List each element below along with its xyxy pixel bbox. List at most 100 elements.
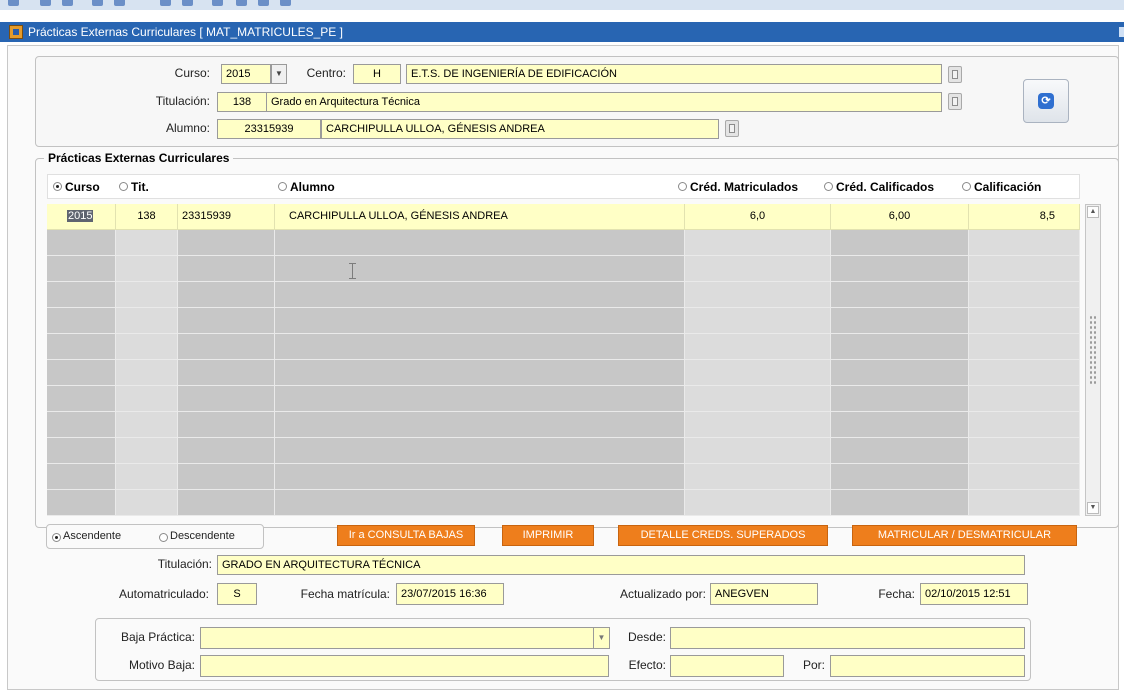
empty-cell[interactable] bbox=[116, 438, 178, 464]
empty-cell[interactable] bbox=[969, 256, 1080, 282]
empty-cell[interactable] bbox=[969, 308, 1080, 334]
detail-titulacion-field[interactable]: GRADO EN ARQUITECTURA TÉCNICA bbox=[217, 555, 1025, 575]
cell-cred-calificados[interactable]: 6,00 bbox=[831, 204, 969, 230]
empty-cell[interactable] bbox=[831, 412, 969, 438]
empty-cell[interactable] bbox=[831, 282, 969, 308]
empty-cell[interactable] bbox=[969, 490, 1080, 516]
table-row-empty[interactable] bbox=[47, 308, 1080, 334]
empty-cell[interactable] bbox=[969, 386, 1080, 412]
empty-cell[interactable] bbox=[275, 464, 685, 490]
table-row-empty[interactable] bbox=[47, 490, 1080, 516]
empty-cell[interactable] bbox=[685, 438, 831, 464]
descendente-label[interactable]: Descendente bbox=[170, 530, 235, 542]
empty-cell[interactable] bbox=[969, 282, 1080, 308]
efecto-field[interactable] bbox=[670, 655, 784, 677]
sort-cred-mat-radio[interactable] bbox=[678, 182, 687, 191]
empty-cell[interactable] bbox=[275, 360, 685, 386]
cell-calificacion[interactable]: 8,5 bbox=[969, 204, 1080, 230]
empty-cell[interactable] bbox=[969, 334, 1080, 360]
empty-cell[interactable] bbox=[685, 256, 831, 282]
cell-cred-matriculados[interactable]: 6,0 bbox=[685, 204, 831, 230]
actualizado-por-field[interactable]: ANEGVEN bbox=[710, 583, 818, 605]
centro-code-field[interactable]: H bbox=[353, 64, 401, 84]
cell-curso[interactable]: 2015 bbox=[47, 204, 116, 230]
empty-cell[interactable] bbox=[47, 464, 116, 490]
ascendente-radio[interactable] bbox=[52, 533, 61, 542]
empty-cell[interactable] bbox=[47, 230, 116, 256]
empty-cell[interactable] bbox=[116, 386, 178, 412]
toolbar-icon[interactable] bbox=[8, 0, 19, 6]
empty-cell[interactable] bbox=[116, 282, 178, 308]
curso-dropdown-arrow[interactable]: ▼ bbox=[271, 64, 287, 84]
empty-cell[interactable] bbox=[178, 334, 275, 360]
empty-cell[interactable] bbox=[47, 282, 116, 308]
desde-field[interactable] bbox=[670, 627, 1025, 649]
curso-select[interactable]: 2015 bbox=[221, 64, 271, 84]
sort-curso-radio[interactable] bbox=[53, 182, 62, 191]
empty-cell[interactable] bbox=[47, 386, 116, 412]
scroll-down-icon[interactable]: ▼ bbox=[1087, 502, 1099, 514]
empty-cell[interactable] bbox=[831, 438, 969, 464]
empty-cell[interactable] bbox=[116, 490, 178, 516]
titulacion-lov-icon[interactable] bbox=[948, 93, 962, 110]
empty-cell[interactable] bbox=[831, 230, 969, 256]
empty-cell[interactable] bbox=[178, 386, 275, 412]
table-row-empty[interactable] bbox=[47, 438, 1080, 464]
baja-practica-select[interactable] bbox=[200, 627, 594, 649]
empty-cell[interactable] bbox=[969, 230, 1080, 256]
cell-tit[interactable]: 138 bbox=[116, 204, 178, 230]
cell-alumno-id[interactable]: 23315939 bbox=[178, 204, 275, 230]
sort-alumno-radio[interactable] bbox=[278, 182, 287, 191]
table-row-empty[interactable] bbox=[47, 282, 1080, 308]
empty-cell[interactable] bbox=[47, 334, 116, 360]
empty-cell[interactable] bbox=[178, 360, 275, 386]
table-row-empty[interactable] bbox=[47, 412, 1080, 438]
empty-cell[interactable] bbox=[275, 308, 685, 334]
empty-cell[interactable] bbox=[47, 256, 116, 282]
empty-cell[interactable] bbox=[969, 412, 1080, 438]
empty-cell[interactable] bbox=[275, 256, 685, 282]
alumno-lov-icon[interactable] bbox=[725, 120, 739, 137]
empty-cell[interactable] bbox=[685, 464, 831, 490]
empty-cell[interactable] bbox=[685, 360, 831, 386]
empty-cell[interactable] bbox=[831, 334, 969, 360]
empty-cell[interactable] bbox=[116, 360, 178, 386]
toolbar-icon[interactable] bbox=[160, 0, 171, 6]
empty-cell[interactable] bbox=[685, 412, 831, 438]
toolbar-icon[interactable] bbox=[236, 0, 247, 6]
empty-cell[interactable] bbox=[685, 490, 831, 516]
centro-lov-icon[interactable] bbox=[948, 66, 962, 83]
scroll-grip[interactable] bbox=[1089, 315, 1097, 385]
empty-cell[interactable] bbox=[831, 490, 969, 516]
empty-cell[interactable] bbox=[116, 334, 178, 360]
toolbar-icon[interactable] bbox=[92, 0, 103, 6]
centro-name-field[interactable]: E.T.S. DE INGENIERÍA DE EDIFICACIÓN bbox=[406, 64, 942, 84]
empty-cell[interactable] bbox=[178, 308, 275, 334]
table-row-empty[interactable] bbox=[47, 464, 1080, 490]
empty-cell[interactable] bbox=[47, 412, 116, 438]
empty-cell[interactable] bbox=[969, 438, 1080, 464]
ascendente-label[interactable]: Ascendente bbox=[63, 530, 121, 542]
empty-cell[interactable] bbox=[685, 282, 831, 308]
empty-cell[interactable] bbox=[116, 412, 178, 438]
empty-cell[interactable] bbox=[831, 386, 969, 412]
automatriculado-field[interactable]: S bbox=[217, 583, 257, 605]
toolbar-icon[interactable] bbox=[62, 0, 73, 6]
empty-cell[interactable] bbox=[275, 412, 685, 438]
empty-cell[interactable] bbox=[116, 256, 178, 282]
motivo-baja-field[interactable] bbox=[200, 655, 609, 677]
empty-cell[interactable] bbox=[685, 386, 831, 412]
empty-cell[interactable] bbox=[831, 464, 969, 490]
grid-scrollbar[interactable]: ▲ ▼ bbox=[1085, 204, 1101, 516]
matricular-button[interactable]: MATRICULAR / DESMATRICULAR bbox=[852, 525, 1077, 546]
col-alumno[interactable]: Alumno bbox=[290, 180, 335, 194]
empty-cell[interactable] bbox=[969, 464, 1080, 490]
toolbar-icon[interactable] bbox=[114, 0, 125, 6]
empty-cell[interactable] bbox=[178, 464, 275, 490]
empty-cell[interactable] bbox=[831, 360, 969, 386]
empty-cell[interactable] bbox=[685, 308, 831, 334]
col-cred-calificados[interactable]: Créd. Calificados bbox=[836, 180, 934, 194]
col-cred-matriculados[interactable]: Créd. Matriculados bbox=[690, 180, 798, 194]
empty-cell[interactable] bbox=[969, 360, 1080, 386]
empty-cell[interactable] bbox=[275, 282, 685, 308]
